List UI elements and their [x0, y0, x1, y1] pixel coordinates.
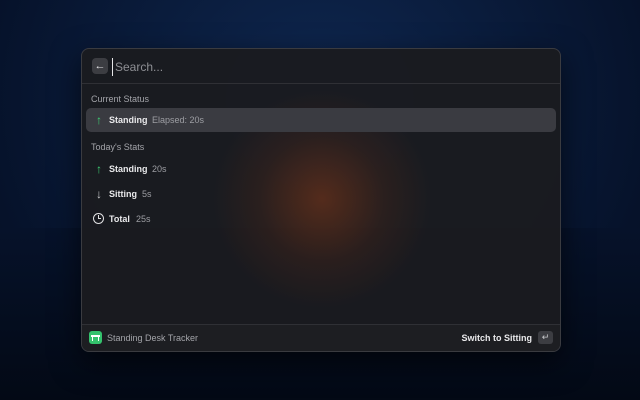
list-item-standing[interactable]: ↑ Standing 20s — [86, 157, 556, 181]
section-title-current-status: Current Status — [91, 94, 150, 104]
search-bar: ← — [82, 49, 560, 84]
arrow-up-icon: ↑ — [96, 162, 102, 176]
list-item-total[interactable]: Total 25s — [86, 207, 556, 231]
list-item-sitting[interactable]: ↓ Sitting 5s — [86, 182, 556, 206]
sitting-label: Sitting — [109, 189, 137, 199]
list-item-current-status[interactable]: ↑ Standing Elapsed: 20s — [86, 108, 556, 132]
sitting-value: 5s — [142, 189, 152, 199]
section-title-todays-stats: Today's Stats — [91, 142, 145, 152]
search-input[interactable] — [112, 58, 535, 76]
return-key-icon[interactable]: ↵ — [538, 331, 553, 344]
launcher-window: ← Current Status ↑ Standing Elapsed: 20s… — [81, 48, 561, 352]
back-button[interactable]: ← — [92, 58, 108, 74]
elapsed-value: Elapsed: 20s — [152, 115, 205, 125]
current-status-label: Standing — [109, 115, 148, 125]
total-value: 25s — [136, 214, 151, 224]
clock-icon — [93, 213, 104, 224]
desk-icon — [89, 331, 102, 344]
standing-label: Standing — [109, 164, 148, 174]
arrow-down-icon: ↓ — [96, 187, 102, 201]
arrow-up-icon: ↑ — [96, 113, 102, 127]
arrow-left-icon: ← — [94, 60, 106, 72]
switch-to-sitting-action[interactable]: Switch to Sitting — [462, 333, 533, 343]
standing-value: 20s — [152, 164, 167, 174]
extension-name: Standing Desk Tracker — [107, 333, 199, 343]
action-bar: Standing Desk Tracker Switch to Sitting … — [82, 324, 560, 351]
total-label: Total — [109, 214, 130, 224]
